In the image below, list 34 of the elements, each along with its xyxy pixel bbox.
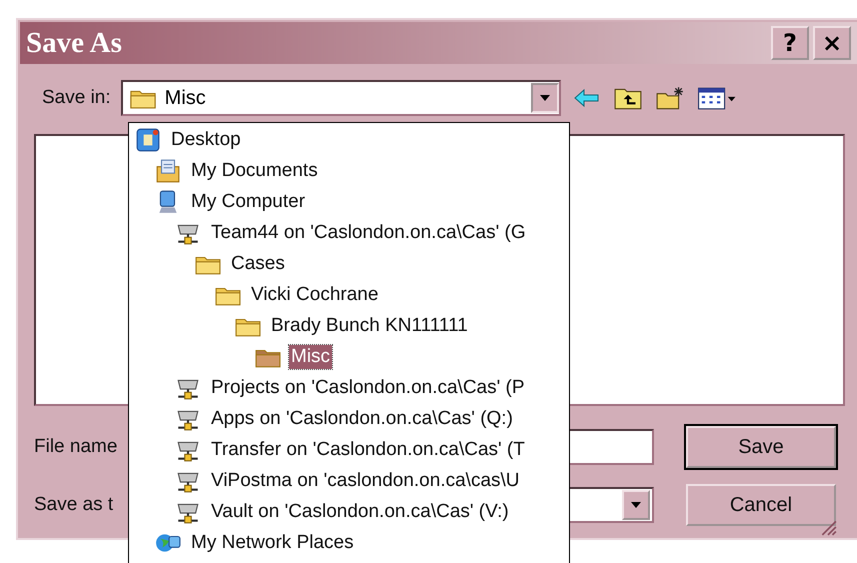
location-item[interactable]: Vault on 'Caslondon.on.ca\Cas' (V:) [209,500,511,524]
caret-icon [631,502,641,508]
resize-grip-icon[interactable] [819,518,837,536]
window-title: Save As [26,26,122,60]
location-item[interactable]: Cases [229,252,287,276]
location-item[interactable]: Transfer on 'Caslondon.on.ca\Cas' (T [209,438,527,462]
save-button[interactable]: Save [686,426,836,468]
cancel-button[interactable]: Cancel [686,484,836,526]
location-item[interactable]: Team44 on 'Caslondon.on.ca\Cas' (G [209,220,528,244]
desktop-icon [135,126,161,152]
location-item[interactable]: Projects on 'Caslondon.on.ca\Cas' (P [209,376,527,400]
location-item[interactable]: Misc [289,344,332,368]
documents-folder-icon [155,158,181,184]
close-button[interactable]: × [813,26,851,60]
view-menu-icon[interactable] [696,85,737,111]
save-in-label: Save in: [42,87,111,109]
location-item[interactable]: ViPostma on 'caslondon.on.ca\cas\U [209,468,522,492]
location-item[interactable]: Apps on 'Caslondon.on.ca\Cas' (Q:) [209,406,515,430]
caret-icon [540,95,550,101]
save-as-type-label: Save as t [34,494,114,516]
location-item[interactable]: Vicki Cochrane [249,282,380,306]
location-item[interactable]: Brady Bunch KN111111 [269,314,470,338]
back-arrow-icon[interactable] [572,86,601,110]
file-name-label: File name [34,436,118,458]
help-button[interactable]: ? [771,26,809,60]
location-item[interactable]: My Computer [189,190,308,214]
new-folder-icon[interactable] [654,85,685,111]
location-item[interactable]: My Documents [189,158,320,182]
dropdown-arrow-button[interactable] [530,83,559,113]
location-item[interactable]: My Network Places [189,530,356,554]
save-in-value: Misc [164,86,207,110]
location-item[interactable]: Desktop [169,128,243,152]
save-in-dropdown[interactable]: Misc [120,80,561,116]
dropdown-arrow-button[interactable] [622,490,650,520]
